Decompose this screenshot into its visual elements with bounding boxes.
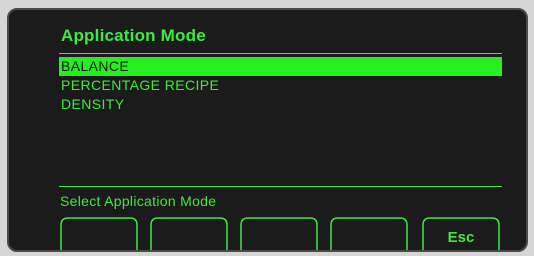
softkey-esc-button[interactable]: Esc [421,215,501,250]
status-divider [59,186,502,187]
menu-item-density[interactable]: DENSITY [59,95,502,114]
softkey-down-button[interactable] [149,215,229,250]
softkey-blank-button[interactable] [329,215,409,250]
softkey-frame [60,217,138,250]
softkey-frame [150,217,228,250]
page-title: Application Mode [61,26,206,45]
display-screen: Application Mode BALANCE PERCENTAGE RECI… [7,8,528,252]
status-prompt: Select Application Mode [60,193,217,209]
softkey-up-button[interactable] [59,215,139,250]
softkey-enter-button[interactable] [239,215,319,250]
esc-label: Esc [447,229,475,246]
menu-item-balance[interactable]: BALANCE [59,57,502,76]
title-divider [59,53,502,54]
softkey-frame [240,217,318,250]
menu-item-percentage-recipe[interactable]: PERCENTAGE RECIPE [59,76,502,95]
softkey-frame [330,217,408,250]
application-mode-menu: BALANCE PERCENTAGE RECIPE DENSITY [59,57,502,114]
